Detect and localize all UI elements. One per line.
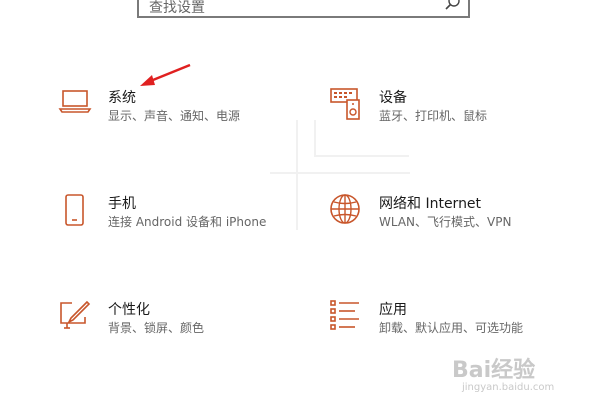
watermark-logo: Bai经验 bbox=[452, 358, 536, 383]
search-placeholder: 查找设置 bbox=[149, 0, 205, 16]
tile-devices[interactable]: 设备 蓝牙、打印机、鼠标 bbox=[329, 87, 579, 147]
globe-icon bbox=[329, 193, 363, 229]
tile-title: 个性化 bbox=[108, 302, 150, 318]
search-icon[interactable] bbox=[444, 0, 462, 16]
tile-phone[interactable]: 手机 连接 Android 设备和 iPhone bbox=[58, 193, 308, 253]
tile-title: 应用 bbox=[379, 302, 407, 318]
tile-desc: 连接 Android 设备和 iPhone bbox=[108, 215, 267, 229]
tile-desc: WLAN、飞行模式、VPN bbox=[379, 215, 512, 229]
laptop-icon bbox=[58, 87, 92, 123]
tile-desc: 卸载、默认应用、可选功能 bbox=[379, 321, 524, 335]
arrow-icon bbox=[136, 60, 196, 94]
divider bbox=[270, 172, 410, 174]
tile-title: 手机 bbox=[108, 196, 136, 212]
tile-title: 设备 bbox=[379, 90, 407, 106]
tile-desc: 蓝牙、打印机、鼠标 bbox=[379, 109, 488, 123]
search-input[interactable]: 查找设置 bbox=[137, 0, 470, 18]
divider bbox=[314, 155, 409, 157]
tile-desc: 显示、声音、通知、电源 bbox=[108, 109, 241, 123]
tile-personalization[interactable]: 个性化 背景、锁屏、颜色 bbox=[58, 299, 308, 359]
watermark-url: jingyan.baidu.com bbox=[462, 382, 555, 393]
tile-network[interactable]: 网络和 Internet WLAN、飞行模式、VPN bbox=[329, 193, 579, 253]
devices-icon bbox=[329, 87, 363, 123]
tile-title: 系统 bbox=[108, 90, 136, 106]
personalization-icon bbox=[58, 299, 92, 335]
divider bbox=[314, 120, 316, 155]
apps-icon bbox=[329, 299, 363, 335]
phone-icon bbox=[58, 193, 92, 229]
tile-desc: 背景、锁屏、颜色 bbox=[108, 321, 205, 335]
tile-apps[interactable]: 应用 卸载、默认应用、可选功能 bbox=[329, 299, 579, 359]
watermark: Bai经验 jingyan.baidu.com bbox=[452, 352, 554, 393]
tile-system[interactable]: 系统 显示、声音、通知、电源 bbox=[58, 87, 308, 147]
tile-title: 网络和 Internet bbox=[379, 196, 482, 212]
